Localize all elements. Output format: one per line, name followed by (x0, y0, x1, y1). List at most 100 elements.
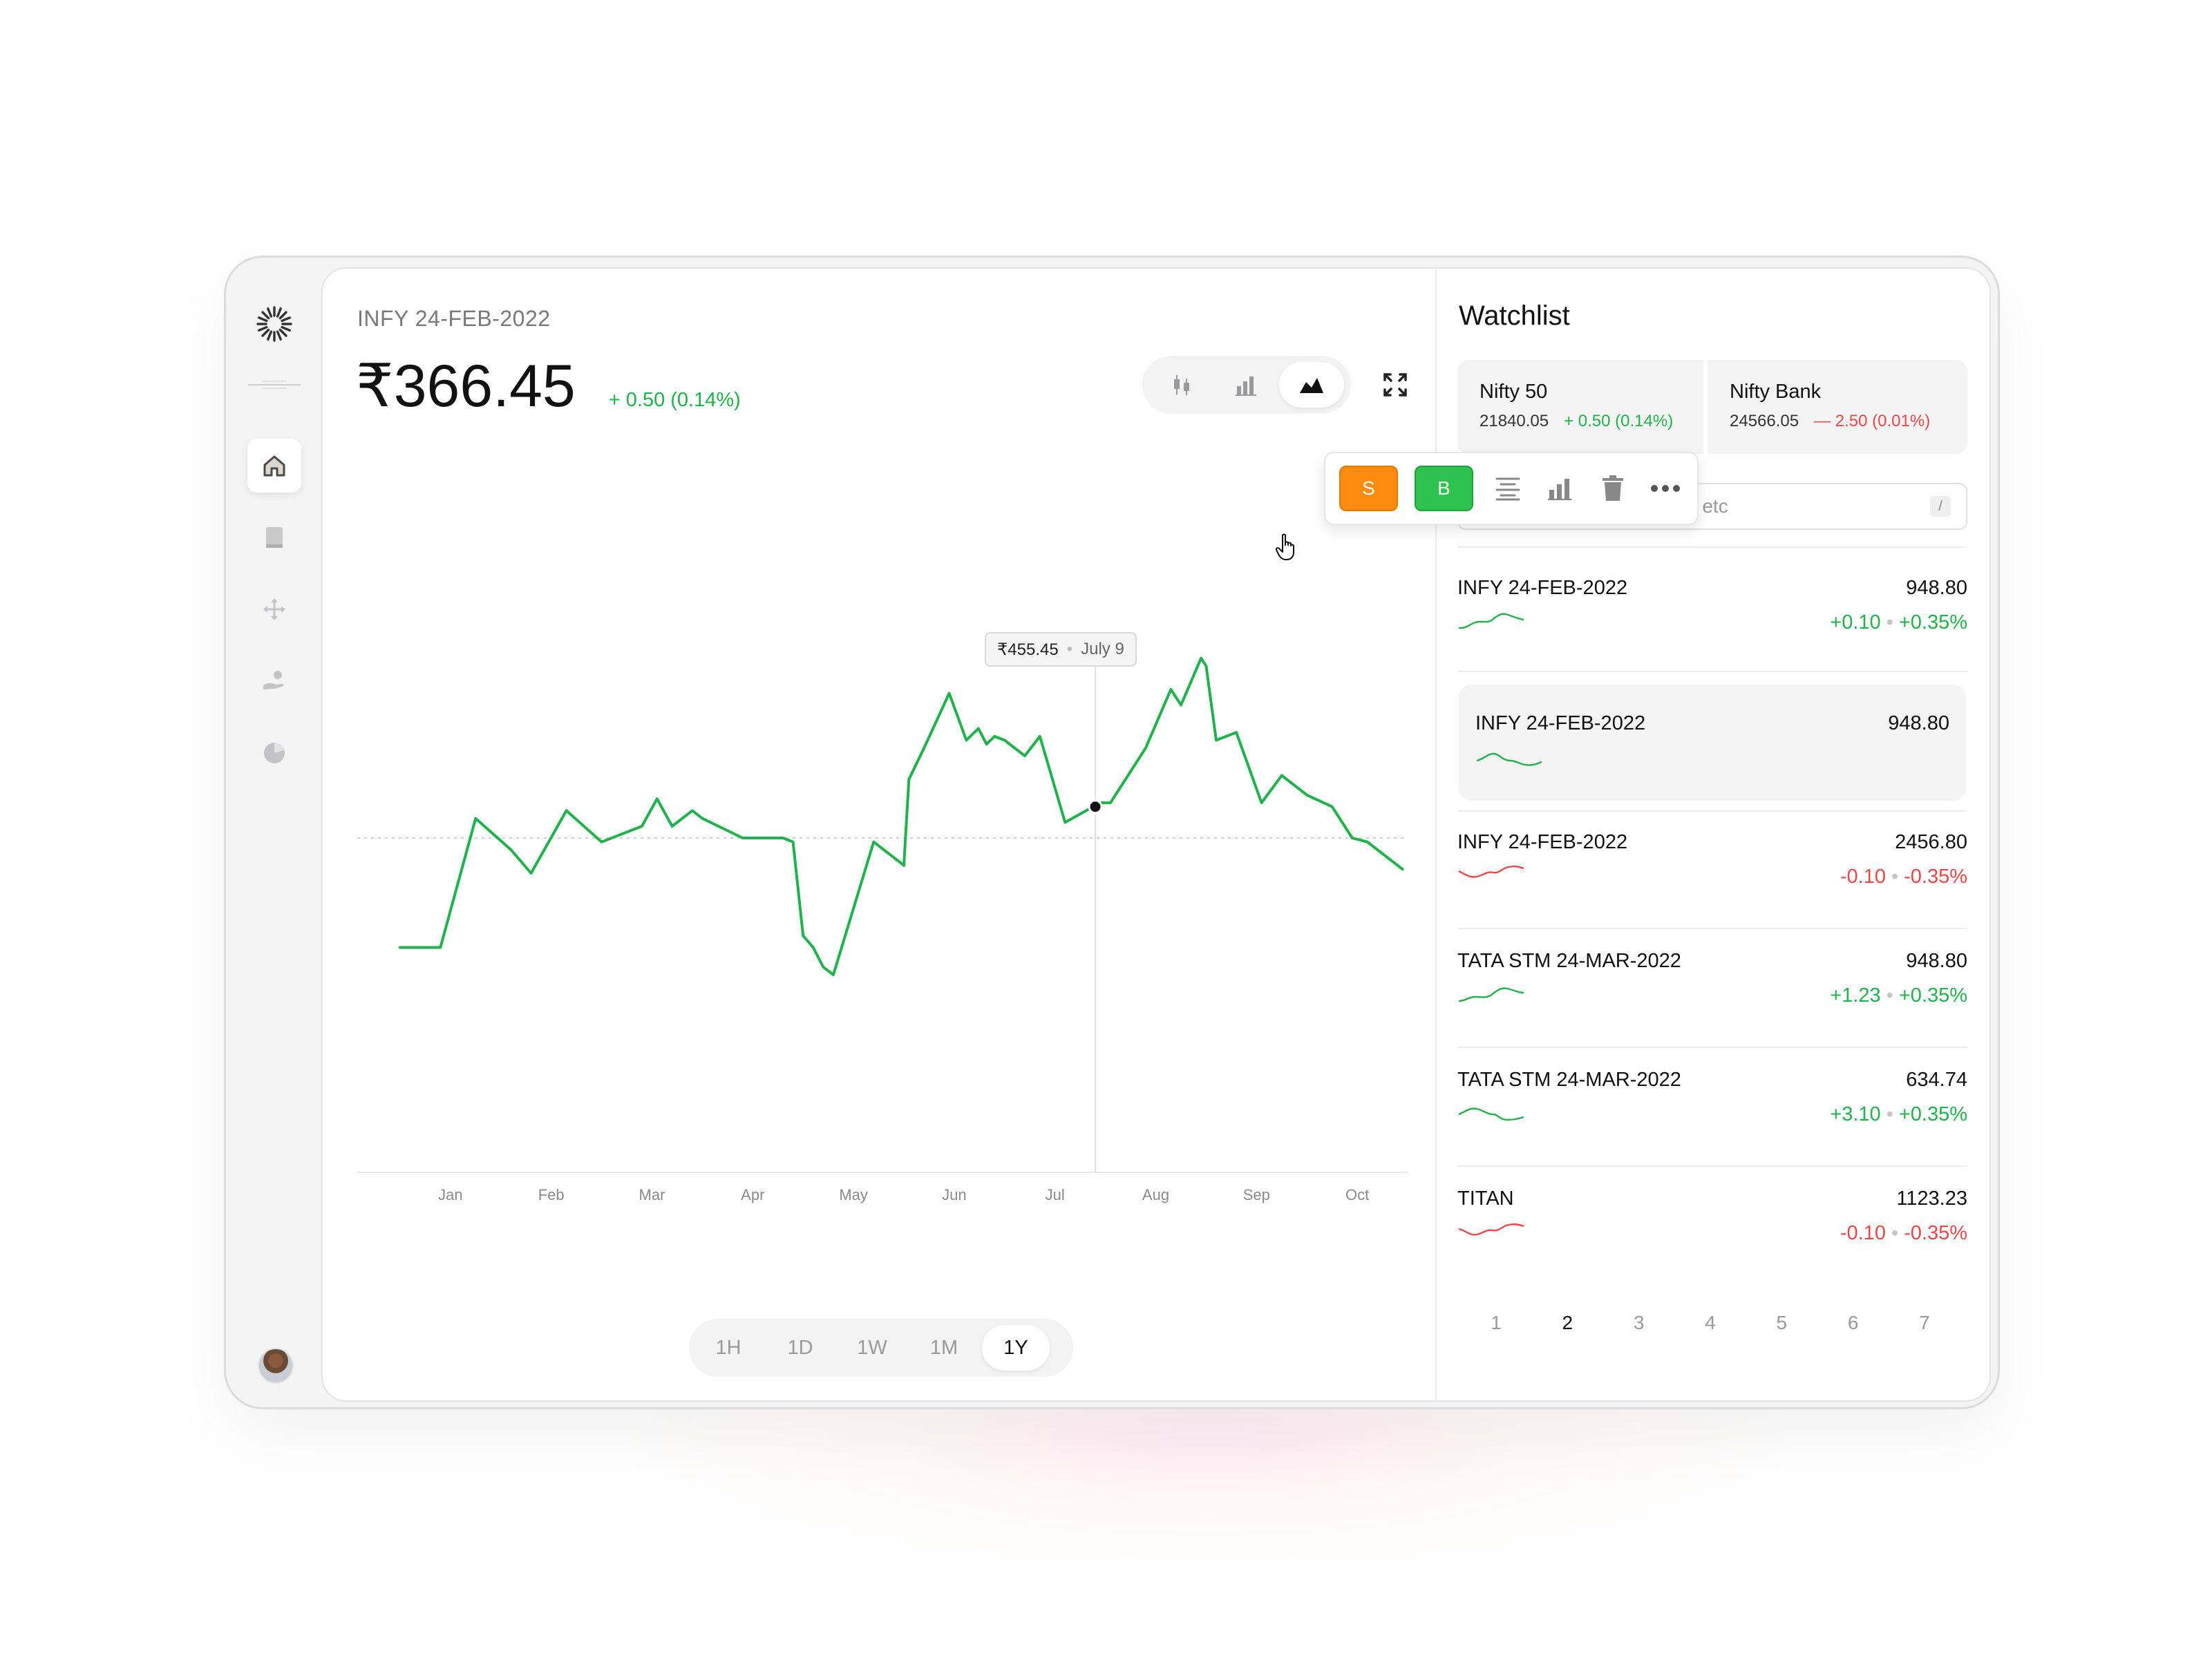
watchlist-item[interactable]: TATA STM 24-MAR-2022 948.80 +1.23 • +0.35% (1457, 950, 1967, 1033)
book-icon (266, 527, 283, 548)
search-shortcut-key: / (1930, 496, 1951, 517)
stock-name: TATA STM 24-MAR-2022 (1457, 950, 1681, 972)
stock-name: TITAN (1457, 1188, 1514, 1210)
stock-price: 948.80 (1888, 712, 1949, 734)
stock-price: 948.80 (1906, 950, 1967, 972)
chart-button[interactable] (1542, 470, 1578, 507)
delete-button[interactable] (1595, 470, 1631, 507)
trash-icon (1602, 475, 1623, 501)
stock-change: +1.23 • +0.35% (1830, 984, 1967, 1007)
index-value: 21840.05 (1480, 412, 1549, 430)
x-tick-label: Jan (438, 1186, 462, 1203)
index-change: — 2.50 (0.01%) (1814, 412, 1931, 430)
range-1y[interactable]: 1Y (982, 1325, 1050, 1371)
app-window: INFY 24-FEB-2022 ₹366.45 + 0.50 (0.14%) (224, 256, 2000, 1409)
pie-chart-icon (264, 743, 285, 763)
list-divider (1457, 1165, 1967, 1167)
avatar[interactable] (258, 1348, 294, 1384)
sidebar-divider (248, 381, 301, 389)
x-tick-label: Jul (1046, 1186, 1065, 1203)
range-1d[interactable]: 1D (766, 1325, 834, 1371)
sidebar-item-home[interactable] (247, 439, 301, 493)
more-icon (1650, 485, 1680, 492)
row-action-bar: S B (1324, 452, 1699, 525)
x-tick-label: Mar (639, 1186, 665, 1203)
page-1[interactable]: 1 (1475, 1312, 1517, 1334)
x-tick-label: Apr (741, 1186, 764, 1203)
more-button[interactable] (1647, 470, 1683, 507)
stock-name: INFY 24-FEB-2022 (1457, 831, 1628, 853)
align-center-icon (1495, 477, 1520, 501)
home-icon (263, 455, 285, 477)
stock-price: 634.74 (1906, 1069, 1967, 1091)
bar-chart-icon (1547, 479, 1571, 500)
page-3[interactable]: 3 (1618, 1312, 1660, 1334)
stock-name: INFY 24-FEB-2022 (1475, 712, 1646, 734)
list-divider (1457, 810, 1967, 812)
stock-price: 2456.80 (1895, 831, 1967, 853)
index-card-nifty-bank[interactable]: Nifty Bank 24566.05 — 2.50 (0.01%) (1708, 360, 1967, 454)
range-1h[interactable]: 1H (694, 1325, 762, 1371)
x-tick-label: May (839, 1186, 868, 1203)
page-2[interactable]: 2 (1547, 1312, 1588, 1334)
sparkline (1458, 1107, 1524, 1121)
range-1m[interactable]: 1M (910, 1325, 978, 1371)
sidebar-item-funds[interactable] (247, 654, 301, 708)
sparkline (1458, 1223, 1524, 1236)
range-1w[interactable]: 1W (838, 1325, 906, 1371)
x-tick-label: Aug (1142, 1186, 1169, 1203)
watchlist-title: Watchlist (1459, 301, 1570, 331)
sidebar-item-portfolio[interactable] (247, 726, 301, 780)
x-tick-label: Feb (538, 1186, 565, 1203)
pagination: 1 2 3 4 5 6 7 (1475, 1312, 1945, 1334)
watchlist-item[interactable]: TITAN 1123.23 -0.10 • -0.35% (1457, 1188, 1967, 1270)
x-tick-label: Oct (1345, 1186, 1369, 1203)
move-icon (263, 598, 285, 620)
sparkline (1476, 752, 1542, 766)
stock-change: +0.10 • +0.35% (1830, 611, 1967, 633)
stock-name: TATA STM 24-MAR-2022 (1457, 1069, 1681, 1091)
sell-button[interactable]: S (1339, 466, 1398, 511)
chart-area: INFY 24-FEB-2022 ₹366.45 + 0.50 (0.14%) (323, 269, 1435, 1400)
page-7[interactable]: 7 (1904, 1312, 1945, 1334)
sparkline (1458, 613, 1524, 629)
list-divider (1457, 928, 1967, 929)
page-6[interactable]: 6 (1833, 1312, 1874, 1334)
page-5[interactable]: 5 (1761, 1312, 1802, 1334)
index-card-nifty-50[interactable]: Nifty 50 21840.05 + 0.50 (0.14%) (1457, 360, 1703, 454)
list-divider (1457, 671, 1967, 672)
stock-price: 1123.23 (1896, 1188, 1967, 1210)
price-chart[interactable]: Jan Feb Mar Apr May Jun Jul Aug Sep Oct (323, 269, 1435, 1236)
pointer-cursor-icon (1275, 533, 1294, 560)
time-range-selector: 1H 1D 1W 1M 1Y (689, 1319, 1073, 1377)
stock-change: -0.10 • -0.35% (1840, 1222, 1967, 1244)
tooltip-date: July 9 (1081, 640, 1124, 658)
stock-name: INFY 24-FEB-2022 (1457, 577, 1628, 599)
sidebar (226, 258, 323, 1407)
sidebar-item-positions[interactable] (247, 582, 301, 636)
price-line (399, 656, 1404, 977)
list-divider (1457, 1047, 1967, 1048)
watchlist-item-hovered[interactable]: INFY 24-FEB-2022 948.80 (1459, 685, 1966, 801)
tooltip-price: ₹455.45 (997, 640, 1059, 659)
watchlist-panel: Watchlist Nifty 50 21840.05 + 0.50 (0.14… (1437, 269, 1989, 1400)
stock-price: 948.80 (1906, 577, 1967, 599)
hand-coin-icon (263, 671, 284, 689)
market-depth-button[interactable] (1490, 470, 1526, 507)
sidebar-item-orders[interactable] (247, 511, 301, 564)
x-tick-label: Jun (942, 1186, 966, 1203)
logo-icon (256, 306, 292, 342)
tooltip-separator: • (1066, 640, 1073, 658)
page-4[interactable]: 4 (1690, 1312, 1731, 1334)
watchlist-item[interactable]: INFY 24-FEB-2022 2456.80 -0.10 • -0.35% (1457, 831, 1967, 914)
index-name: Nifty 50 (1480, 381, 1548, 403)
list-divider (1457, 546, 1967, 548)
chart-tooltip: ₹455.45 • July 9 (985, 632, 1137, 667)
highlight-point (1088, 799, 1103, 814)
stock-change: -0.10 • -0.35% (1840, 866, 1967, 888)
buy-button[interactable]: B (1414, 466, 1473, 511)
x-tick-label: Sep (1243, 1186, 1270, 1203)
main-panel: INFY 24-FEB-2022 ₹366.45 + 0.50 (0.14%) (321, 267, 1991, 1402)
watchlist-item[interactable]: INFY 24-FEB-2022 948.80 +0.10 • +0.35% (1457, 577, 1967, 660)
watchlist-item[interactable]: TATA STM 24-MAR-2022 634.74 +3.10 • +0.35% (1457, 1069, 1967, 1152)
